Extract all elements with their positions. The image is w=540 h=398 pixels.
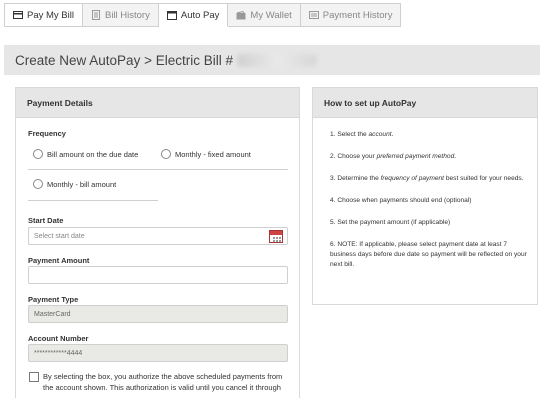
document-icon xyxy=(91,10,101,20)
authorization-checkbox[interactable] xyxy=(29,372,39,382)
tab-label: Payment History xyxy=(322,9,393,21)
payment-details-heading: Payment Details xyxy=(16,88,299,118)
authorization-line-1: By selecting the box, you authorize the … xyxy=(43,372,283,381)
radio-label: Monthly - fixed amount xyxy=(175,149,251,159)
credit-card-icon xyxy=(13,10,23,20)
tab-label: Pay My Bill xyxy=(27,9,74,21)
howto-step-5: 5. Set the payment amount (if applicable… xyxy=(330,219,451,226)
wallet-icon xyxy=(236,10,246,20)
howto-step-1: 1. Select the account. xyxy=(330,131,394,138)
tab-bar: Pay My Bill Bill History Auto Pay My Wal… xyxy=(4,3,402,27)
payment-type-label: Payment Type xyxy=(28,295,79,304)
radio-bill-amount-due-date[interactable]: Bill amount on the due date xyxy=(33,149,138,159)
frequency-label: Frequency xyxy=(28,129,66,138)
howto-step-2: 2. Choose your preferred payment method. xyxy=(330,153,457,160)
howto-step-3: 3. Determine the frequency of payment be… xyxy=(330,175,524,182)
divider xyxy=(28,169,288,170)
howto-heading: How to set up AutoPay xyxy=(313,88,537,118)
page-title-text: Create New AutoPay > Electric Bill # xyxy=(15,52,233,68)
radio-label: Monthly - bill amount xyxy=(47,179,117,189)
tab-label: My Wallet xyxy=(250,9,292,21)
tab-bill-history[interactable]: Bill History xyxy=(82,3,159,27)
radio-circle[interactable] xyxy=(33,149,43,159)
divider xyxy=(28,200,158,201)
start-date-label: Start Date xyxy=(28,216,64,225)
payment-type-field: MasterCard xyxy=(28,305,288,323)
authorization-text: By selecting the box, you authorize the … xyxy=(43,371,288,393)
account-number-field: ************4444 xyxy=(28,344,288,362)
receipt-icon xyxy=(308,10,319,20)
payment-amount-label: Payment Amount xyxy=(28,256,90,265)
authorization-line-2: the account shown. This authorization is… xyxy=(43,383,281,392)
payment-details-panel: Payment Details Frequency Bill amount on… xyxy=(15,87,300,398)
radio-monthly-fixed-amount[interactable]: Monthly - fixed amount xyxy=(161,149,251,159)
payment-type-value: MasterCard xyxy=(34,310,71,318)
page-title: Create New AutoPay > Electric Bill # xyxy=(4,45,540,75)
tab-label: Auto Pay xyxy=(180,9,220,21)
radio-circle[interactable] xyxy=(161,149,171,159)
tab-my-wallet[interactable]: My Wallet xyxy=(228,3,301,27)
account-number-label: Account Number xyxy=(28,334,89,343)
tab-auto-pay[interactable]: Auto Pay xyxy=(158,3,229,27)
redacted-account-number xyxy=(236,53,317,67)
calendar-icon xyxy=(166,10,177,20)
radio-label: Bill amount on the due date xyxy=(47,149,139,159)
radio-circle[interactable] xyxy=(33,179,43,189)
howto-steps: 1. Select the account. 2. Choose your pr… xyxy=(330,130,530,282)
howto-step-4: 4. Choose when payments should end (opti… xyxy=(330,197,472,204)
payment-amount-input[interactable] xyxy=(28,266,288,284)
start-date-placeholder: Select start date xyxy=(34,232,85,240)
calendar-picker-icon[interactable] xyxy=(269,230,283,243)
tab-payment-history[interactable]: Payment History xyxy=(300,3,402,27)
autopay-howto-panel: How to set up AutoPay 1. Select the acco… xyxy=(312,87,538,305)
start-date-input[interactable]: Select start date xyxy=(28,227,288,245)
account-number-value: ************4444 xyxy=(34,349,83,357)
tab-label: Bill History xyxy=(104,9,150,21)
tab-pay-my-bill[interactable]: Pay My Bill xyxy=(4,3,83,27)
howto-step-6: 6. NOTE: If applicable, please select pa… xyxy=(330,241,527,268)
radio-monthly-bill-amount[interactable]: Monthly - bill amount xyxy=(33,179,116,189)
